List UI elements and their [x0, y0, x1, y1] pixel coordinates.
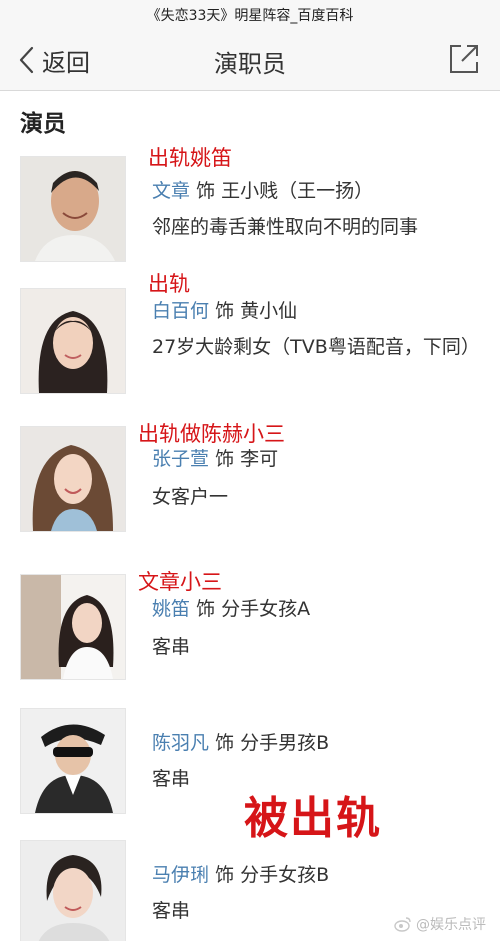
- actor-name-link[interactable]: 陈羽凡: [152, 732, 209, 754]
- role-line: 张子萱 饰 李可: [152, 444, 278, 471]
- role-line: 马伊琍 饰 分手女孩B: [152, 860, 329, 887]
- role-connector: 饰: [196, 598, 216, 620]
- role-line: 白百何 饰 黄小仙: [152, 296, 297, 323]
- role-name: 分手女孩A: [221, 598, 311, 620]
- role-connector: 饰: [215, 448, 235, 470]
- actor-name-link[interactable]: 文章: [152, 180, 190, 202]
- actor-photo[interactable]: [20, 426, 126, 532]
- actor-name-link[interactable]: 姚笛: [152, 598, 190, 620]
- role-name: 分手男孩B: [240, 732, 330, 754]
- actor-name-link[interactable]: 马伊琍: [152, 864, 209, 886]
- weibo-icon: [394, 917, 411, 932]
- actor-photo[interactable]: [20, 708, 126, 814]
- annotation-label: 出轨: [148, 272, 190, 296]
- actor-photo[interactable]: [20, 156, 126, 262]
- watermark: @娱乐点评: [394, 914, 486, 934]
- navigation-bar: 返回 演职员: [0, 28, 500, 91]
- role-connector: 饰: [215, 864, 235, 886]
- cast-list-item[interactable]: 文章小三 姚笛 饰 分手女孩A 客串: [0, 564, 500, 684]
- actor-photo[interactable]: [20, 288, 126, 394]
- role-description: 27岁大龄剩女（TVB粤语配音，下同）: [152, 336, 480, 358]
- actor-photo[interactable]: [20, 840, 126, 941]
- role-description: 邻座的毒舌兼性取向不明的同事: [152, 216, 419, 238]
- role-line: 陈羽凡 饰 分手男孩B: [152, 728, 329, 755]
- role-line: 文章 饰 王小贱（王一扬）: [152, 176, 373, 203]
- page-title: 演职员: [214, 50, 286, 78]
- role-description: 女客户一: [152, 486, 229, 508]
- role-name: 分手女孩B: [240, 864, 330, 886]
- status-bar: 《失恋33天》明星阵容_百度百科: [0, 0, 500, 28]
- cast-list-item[interactable]: 出轨 白百何 饰 黄小仙 27岁大龄剩女（TVB粤语配音，下同）: [0, 272, 500, 402]
- role-name: 黄小仙: [240, 300, 298, 322]
- section-heading-cast: 演员: [20, 111, 66, 137]
- page: 《失恋33天》明星阵容_百度百科 返回 演职员 演员 出轨姚笛 文章 饰 王小贱…: [0, 0, 500, 941]
- share-icon[interactable]: [448, 43, 480, 75]
- annotation-label: 文章小三: [138, 570, 222, 594]
- actor-photo[interactable]: [20, 574, 126, 680]
- role-connector: 饰: [215, 732, 235, 754]
- role-name: 李可: [240, 448, 279, 470]
- actor-name-link[interactable]: 白百何: [152, 300, 209, 322]
- big-annotation-label: 被出轨: [244, 793, 382, 844]
- actor-name-link[interactable]: 张子萱: [152, 448, 209, 470]
- watermark-text: @娱乐点评: [416, 917, 486, 933]
- role-connector: 饰: [215, 300, 235, 322]
- browser-page-title: 《失恋33天》明星阵容_百度百科: [146, 8, 354, 24]
- annotation-label: 出轨姚笛: [148, 146, 232, 170]
- role-line: 姚笛 饰 分手女孩A: [152, 594, 310, 621]
- cast-list-item[interactable]: 出轨做陈赫小三 张子萱 饰 李可 女客户一: [0, 416, 500, 536]
- role-name: 王小贱（王一扬）: [221, 180, 374, 202]
- role-connector: 饰: [196, 180, 216, 202]
- cast-list-item[interactable]: 出轨姚笛 文章 饰 王小贱（王一扬） 邻座的毒舌兼性取向不明的同事: [0, 146, 500, 270]
- role-description: 客串: [152, 636, 191, 658]
